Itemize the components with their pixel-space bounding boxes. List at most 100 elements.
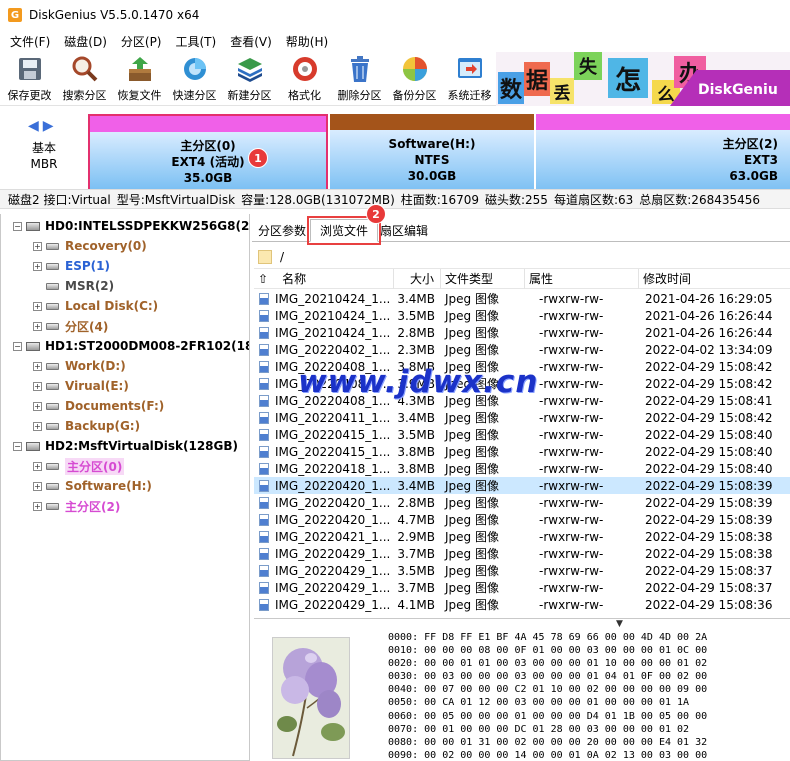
up-arrow-icon[interactable]: ⇧ [258,272,268,286]
file-row[interactable]: IMG_20220411_1... 3.4MB Jpeg 图像 -rwxrw-rw- 2… [254,409,790,426]
partition-block-2[interactable]: 主分区(2) EXT3 63.0GB [536,114,790,191]
column-size-header[interactable]: 大小 [394,269,441,289]
tree-disk-node[interactable]: − HD1:ST2000DM008-2FR102(1863 [13,336,249,356]
hex-line[interactable]: 0080: 00 00 01 31 00 02 00 00 00 20 00 0… [388,736,707,749]
file-row[interactable]: IMG_20220402_1... 2.3MB Jpeg 图像 -rwxrw-rw- 2… [254,341,790,358]
system-migration-button[interactable]: 系统迁移 [442,52,497,104]
hex-line[interactable]: 0060: 00 05 00 00 00 01 00 00 00 D4 01 1… [388,710,707,723]
hex-line[interactable]: 0030: 00 03 00 00 00 03 00 00 00 01 04 0… [388,670,707,683]
banner-char: 数 [498,72,524,104]
file-row[interactable]: IMG_20220418_1... 3.8MB Jpeg 图像 -rwxrw-rw- 2… [254,460,790,477]
tab-sector-editor[interactable]: 扇区编辑 [378,219,430,242]
tree-node-label: 主分区(2) [65,499,121,514]
menu-view[interactable]: 查看(V) [224,33,278,50]
tree-partition-node[interactable]: + Local Disk(C:) [33,296,158,316]
file-row[interactable]: IMG_20220429_1... 4.1MB Jpeg 图像 -rwxrw-rw- 2… [254,596,790,613]
file-row[interactable]: IMG_20220429_1... 3.7MB Jpeg 图像 -rwxrw-rw- 2… [254,545,790,562]
file-name: IMG_20220418_1... [275,461,391,476]
menu-partition[interactable]: 分区(P) [115,33,168,50]
hex-line[interactable]: 0000: FF D8 FF E1 BF 4A 45 78 69 66 00 0… [388,631,707,644]
menu-file[interactable]: 文件(F) [4,33,56,50]
tree-partition-node[interactable]: + 主分区(2) [33,496,120,516]
tree-expander-icon[interactable]: + [33,421,42,431]
tree-expander-icon[interactable]: + [33,381,42,391]
backup-partition-button[interactable]: 备份分区 [387,52,442,104]
hex-offset: 0090: [388,749,419,761]
promo-banner[interactable]: 数 据 丢 失 怎 么 办 DiskGeniu [496,52,790,106]
tree-expander-icon[interactable]: + [33,301,42,311]
file-name: IMG_20220402_1... [275,342,391,357]
file-row[interactable]: IMG_20220420_1... 4.7MB Jpeg 图像 -rwxrw-rw- 2… [254,511,790,528]
file-row[interactable]: IMG_20220415_1... 3.8MB Jpeg 图像 -rwxrw-rw- 2… [254,443,790,460]
tree-expander-icon[interactable]: + [33,321,42,331]
file-type: Jpeg 图像 [445,292,499,306]
column-name-header[interactable]: ⇧ 名称 [254,269,394,289]
column-attr-header[interactable]: 属性 [525,269,639,289]
tree-partition-node[interactable]: + Work(D:) [33,356,126,376]
file-row[interactable]: IMG_20220420_1... 3.4MB Jpeg 图像 -rwxrw-rw- 2… [254,477,790,494]
tree-expander-icon[interactable]: + [33,501,42,511]
disk-nav-arrows[interactable]: ◀▶ [28,118,58,134]
save-changes-button[interactable]: 保存更改 [2,52,57,104]
info-heads: 磁头数:255 [484,192,548,207]
hex-line[interactable]: 0050: 00 CA 01 12 00 03 00 00 00 01 00 0… [388,696,707,709]
file-attr: -rwxrw-rw- [539,580,604,595]
file-time: 2022-04-29 15:08:37 [645,580,773,595]
file-row[interactable]: IMG_20220421_1... 2.9MB Jpeg 图像 -rwxrw-rw- 2… [254,528,790,545]
format-button[interactable]: 格式化 [277,52,332,104]
tree-expander-icon[interactable]: − [13,221,22,231]
tree-partition-node[interactable]: + Documents(F:) [33,396,164,416]
column-type-header[interactable]: 文件类型 [441,269,525,289]
hex-line[interactable]: 0040: 00 07 00 00 00 C2 01 10 00 02 00 0… [388,683,707,696]
menu-help[interactable]: 帮助(H) [280,33,334,50]
tab-partition-params[interactable]: 分区参数 [254,219,310,242]
hex-line[interactable]: 0010: 00 00 00 08 00 0F 01 00 00 03 00 0… [388,644,707,657]
file-row[interactable]: IMG_20210424_1... 2.8MB Jpeg 图像 -rwxrw-rw- 2… [254,324,790,341]
partition-block-0[interactable]: 主分区(0) EXT4 (活动) 35.0GB [88,114,328,191]
recover-files-button[interactable]: 恢复文件 [112,52,167,104]
file-row[interactable]: IMG_20220429_1... 3.7MB Jpeg 图像 -rwxrw-rw- 2… [254,579,790,596]
tree-partition-node[interactable]: + Software(H:) [33,476,152,496]
tree-expander-icon[interactable]: + [33,481,42,491]
file-time: 2022-04-29 15:08:42 [645,376,773,391]
menu-tools[interactable]: 工具(T) [170,33,223,50]
new-partition-button[interactable]: 新建分区 [222,52,277,104]
file-row[interactable]: IMG_20210424_1... 3.5MB Jpeg 图像 -rwxrw-rw- 2… [254,307,790,324]
current-path[interactable]: / [280,250,284,264]
file-row[interactable]: IMG_20220429_1... 3.5MB Jpeg 图像 -rwxrw-rw- 2… [254,562,790,579]
tree-disk-node[interactable]: − HD0:INTELSSDPEKKW256G8(238 [13,216,249,236]
tree-partition-node[interactable]: + 分区(4) [33,316,108,336]
tree-partition-node[interactable]: + Backup(G:) [33,416,140,436]
hex-line[interactable]: 0090: 00 02 00 00 00 14 00 00 01 0A 02 1… [388,749,707,761]
tree-disk-node[interactable]: − HD2:MsftVirtualDisk(128GB) [13,436,238,456]
file-type: Jpeg 图像 [445,530,499,544]
search-partition-button[interactable]: 搜索分区 [57,52,112,104]
tree-partition-node[interactable]: + ESP(1) [33,256,110,276]
tree-expander-icon[interactable]: + [33,241,42,251]
partition-icon [46,382,59,390]
column-time-header[interactable]: 修改时间 [639,269,789,289]
hex-line[interactable]: 0020: 00 00 01 01 00 03 00 00 00 01 10 0… [388,657,707,670]
partition-block-1[interactable]: Software(H:) NTFS 30.0GB [330,114,534,191]
file-row[interactable]: IMG_20210424_1... 3.4MB Jpeg 图像 -rwxrw-rw- 2… [254,290,790,307]
hex-line[interactable]: 0070: 00 01 00 00 00 DC 01 28 00 03 00 0… [388,723,707,736]
file-time: 2022-04-29 15:08:36 [645,597,773,612]
tree-expander-icon[interactable]: + [33,401,42,411]
partition-fs: EXT4 (活动) [171,155,245,169]
tree-expander-icon[interactable]: + [33,261,42,271]
quick-partition-button[interactable]: 快速分区 [167,52,222,104]
tree-partition-node[interactable]: MSR(2) [33,276,114,296]
tree-partition-node[interactable]: + Recovery(0) [33,236,147,256]
delete-partition-button[interactable]: 删除分区 [332,52,387,104]
tree-expander-icon[interactable]: + [33,361,42,371]
file-row[interactable]: IMG_20220420_1... 2.8MB Jpeg 图像 -rwxrw-rw- 2… [254,494,790,511]
tree-partition-node[interactable]: + Virual(E:) [33,376,129,396]
tree-partition-node[interactable]: + 主分区(0) [33,456,125,476]
tree-expander-icon[interactable]: + [33,461,42,471]
tree-expander-icon[interactable]: − [13,441,22,451]
splitter-arrow-icon[interactable]: ▼ [616,619,623,629]
file-row[interactable]: IMG_20220415_1... 3.5MB Jpeg 图像 -rwxrw-rw- 2… [254,426,790,443]
tree-expander-icon[interactable]: − [13,341,22,351]
file-attr: -rwxrw-rw- [539,325,604,340]
menu-disk[interactable]: 磁盘(D) [58,33,113,50]
